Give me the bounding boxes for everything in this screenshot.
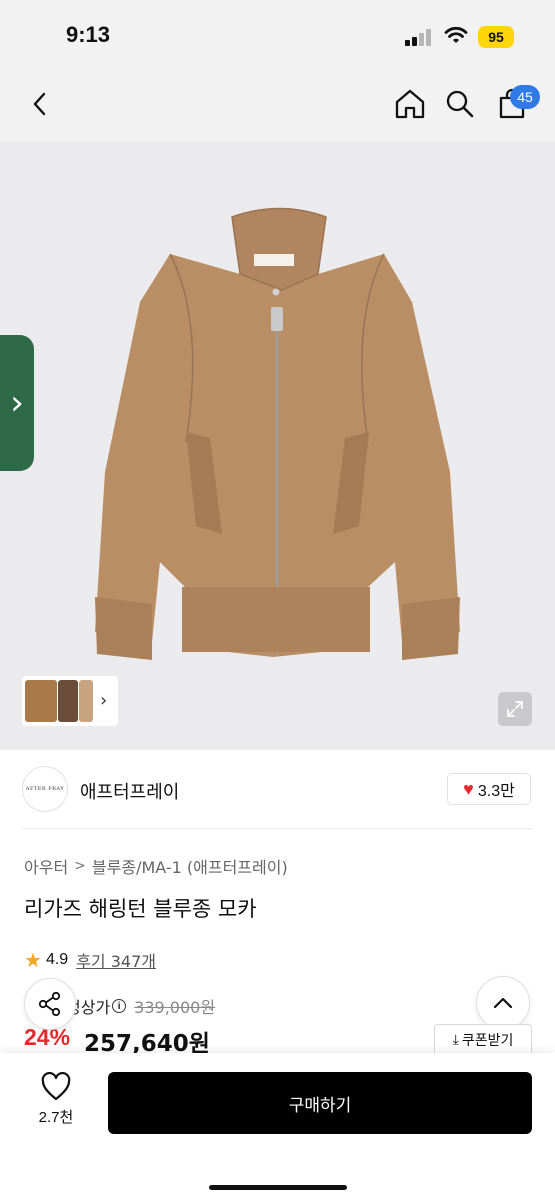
share-button[interactable] (24, 978, 76, 1030)
heart-filled-icon: ♥ (463, 778, 474, 799)
breadcrumb: 아우터 > 블루종/MA-1 (애프터프레이) (24, 854, 288, 878)
thumbnail-next-icon[interactable]: › (100, 690, 107, 711)
search-button[interactable] (440, 84, 480, 124)
coupon-button[interactable]: ⤓ 쿠폰받기 (434, 1024, 532, 1056)
thumbnail-brown[interactable] (58, 680, 78, 722)
review-link[interactable]: 후기 347개 (76, 948, 156, 972)
download-icon: ⤓ (452, 1032, 459, 1048)
battery-icon: 95 (478, 26, 514, 48)
coupon-label: 쿠폰받기 (461, 1033, 514, 1049)
chevron-right-icon: › (10, 383, 24, 423)
thumbnail-strip[interactable]: › (22, 676, 118, 726)
product-title: 리가즈 해링턴 블루종 모카 (24, 897, 257, 921)
cart-count-badge: 45 (510, 85, 540, 109)
breadcrumb-item[interactable]: 블루종/MA-1 (애프터프레이) (92, 854, 288, 878)
rating-score: 4.9 (45, 951, 69, 968)
price-label-row: 정상가 i 339,000원 (66, 994, 215, 1018)
star-icon: ★ (24, 948, 42, 972)
thumbnail-camel[interactable] (25, 680, 57, 722)
home-icon (395, 89, 425, 119)
divider (22, 828, 533, 829)
brand-logo[interactable]: AFTER PRAY (22, 766, 68, 812)
product-image[interactable]: › › (0, 142, 555, 750)
chevron-right-icon: > (74, 858, 86, 874)
share-icon (38, 991, 61, 1017)
back-icon (33, 92, 46, 116)
home-button[interactable] (390, 84, 430, 124)
status-time: 9:13 (66, 22, 111, 47)
expand-button[interactable] (498, 692, 532, 726)
heart-icon (41, 1072, 71, 1101)
search-icon (446, 90, 474, 118)
signal-icon (405, 28, 433, 46)
scroll-top-button[interactable] (476, 976, 530, 1030)
info-icon[interactable]: i (112, 999, 127, 1013)
nav-bar: 45 (0, 70, 555, 142)
brand-like-button[interactable]: ♥ 3.3만 (447, 773, 531, 805)
brand-name[interactable]: 애프터프레이 (80, 778, 179, 804)
wish-button[interactable]: 2.7천 (26, 1072, 86, 1134)
expand-icon (507, 701, 523, 717)
back-button[interactable] (20, 84, 60, 124)
original-price: 339,000원 (134, 998, 216, 1017)
rating-row: ★ 4.9 후기 347개 (24, 948, 156, 972)
chevron-up-icon (493, 997, 513, 1009)
jacket-image (95, 207, 460, 660)
brand-like-count: 3.3만 (477, 783, 515, 800)
wifi-icon (444, 26, 468, 43)
wish-count: 2.7천 (38, 1109, 74, 1126)
thumbnail-beige[interactable] (79, 680, 93, 722)
breadcrumb-item[interactable]: 아우터 (24, 854, 68, 878)
home-indicator (209, 1185, 347, 1190)
side-tab[interactable]: › (0, 335, 34, 471)
status-bar: 9:13 95 (0, 0, 555, 70)
buy-button[interactable]: 구매하기 (108, 1072, 532, 1134)
